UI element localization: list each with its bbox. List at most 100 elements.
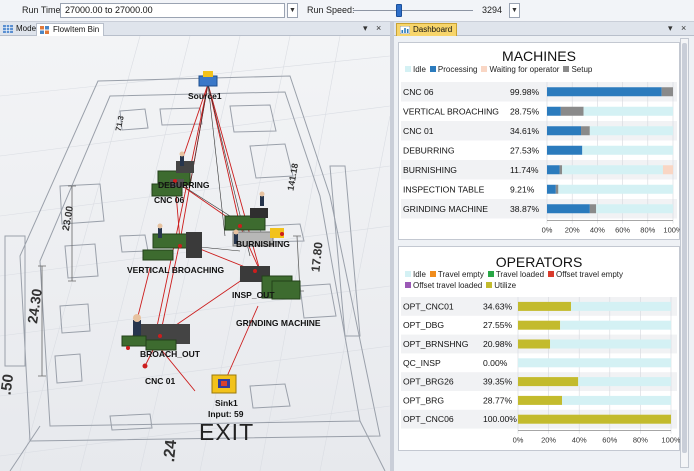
machine-percent: 99.98% <box>510 87 540 97</box>
machines-x-tick: 0% <box>542 226 553 235</box>
run-time-field[interactable]: 27000.00 to 27000.00 <box>60 3 285 18</box>
model-3d-view[interactable]: Source1 DEBURRING CNC 06 BURNISHING VERT… <box>0 36 390 471</box>
machine-percent: 9.21% <box>510 184 535 194</box>
dashboard-tabstrip: Dashboard ▾ × <box>394 22 694 36</box>
operators-legend-item: Offset travel loaded <box>405 280 482 291</box>
tab-flowitem-bin[interactable]: FlowItem Bin <box>36 23 105 36</box>
operators-x-tick: 80% <box>633 436 648 445</box>
machine-bar-segment <box>661 87 673 97</box>
label-vertical-broaching: VERTICAL BROACHING <box>127 265 225 275</box>
operators-legend-label: Travel empty <box>437 270 484 279</box>
machine-name: DEBURRING <box>403 145 455 155</box>
operator-percent: 100.00% <box>483 414 517 424</box>
operators-x-tick: 100% <box>661 436 681 445</box>
label-cnc01: CNC 01 <box>145 376 176 386</box>
operator-name: OPT_CNC06 <box>403 414 454 424</box>
machine-bar-segment <box>547 106 561 116</box>
dashboard-close-icon[interactable]: × <box>681 23 686 33</box>
run-speed-dropdown-icon[interactable]: ▼ <box>509 3 520 18</box>
operator-utilize-bar <box>518 320 561 330</box>
machine-grinding <box>271 280 301 300</box>
machines-legend-item: Processing <box>429 64 478 75</box>
machine-bar-segment <box>558 184 673 194</box>
machine-bar-segment <box>560 106 584 116</box>
dashboard-scrollbar[interactable] <box>680 38 689 468</box>
machine-percent: 27.53% <box>510 145 540 155</box>
operators-x-tick: 20% <box>541 436 556 445</box>
operators-legend-item: Idle <box>405 269 426 280</box>
machine-bar-segment <box>547 204 590 214</box>
operators-legend-swatch <box>548 271 555 277</box>
label-cnc06: CNC 06 <box>154 195 185 205</box>
machines-legend-item: Waiting for operator <box>481 64 559 75</box>
dashboard-scrollbar-thumb[interactable] <box>682 43 687 453</box>
machines-legend: Idle Processing Waiting for operator Setup <box>405 64 675 75</box>
operators-x-tick: 0% <box>513 436 524 445</box>
label-broach-out: BROACH_OUT <box>140 349 200 359</box>
operators-legend-label: Offset travel loaded <box>413 281 483 290</box>
machine-vertical-broaching <box>142 232 202 261</box>
label-burnishing: BURNISHING <box>236 239 290 249</box>
model-tabstrip: Model FlowItem Bin ▾ × <box>0 22 390 36</box>
operators-legend-item: Travel empty <box>429 269 484 280</box>
machine-percent: 28.75% <box>510 106 540 116</box>
operator-name: OPT_CNC01 <box>403 301 454 311</box>
operator-utilize-bar <box>518 395 563 405</box>
machines-legend-label: Waiting for operator <box>489 65 560 74</box>
operators-legend-item: Offset travel empty <box>548 269 623 280</box>
operator-name: OPT_BRG26 <box>403 377 454 387</box>
operator-percent: 20.98% <box>483 339 513 349</box>
source-object <box>198 71 218 87</box>
dashboard-menu-icon[interactable]: ▾ <box>668 23 673 34</box>
operator-idle-bar <box>562 395 671 405</box>
operator-utilize-bar <box>518 414 671 424</box>
machine-bar-segment <box>559 165 563 175</box>
machines-legend-label: Processing <box>437 65 478 74</box>
operator-percent: 27.55% <box>483 320 513 330</box>
machine-bar-segment <box>583 106 673 116</box>
operators-legend-swatch <box>405 271 411 277</box>
machines-x-tick: 20% <box>565 226 580 235</box>
model-menu-icon[interactable]: ▾ <box>363 23 368 34</box>
operators-chart: 0% 20% 40% 60% 80% 100% OPT_CNC01 34.63% OPT_DBG… <box>401 297 681 445</box>
flowitem-bin-icon <box>40 26 49 34</box>
operators-legend-label: Idle <box>413 270 426 279</box>
operator-idle-bar <box>518 358 671 368</box>
run-speed-label: Run Speed: <box>307 5 355 15</box>
machine-percent: 11.74% <box>510 165 539 175</box>
dimension-50: .50 <box>0 372 18 397</box>
run-speed-slider-handle[interactable] <box>395 4 402 17</box>
machines-x-tick: 60% <box>615 226 630 235</box>
run-time-label: Run Time: <box>22 5 64 15</box>
operators-legend-label: Offset travel empty <box>556 270 624 279</box>
machines-legend-item: Setup <box>563 64 592 75</box>
label-source1: Source1 <box>188 91 222 101</box>
operators-legend-label: Utilize <box>494 281 517 290</box>
machines-legend-swatch <box>405 66 411 72</box>
operator-percent: 0.00% <box>483 358 508 368</box>
machine-bar-segment <box>589 204 597 214</box>
operators-x-tick: 40% <box>572 436 587 445</box>
machines-legend-label: Idle <box>413 65 426 74</box>
model-close-icon[interactable]: × <box>376 23 381 33</box>
sink-object <box>211 374 237 394</box>
operator-idle-bar <box>570 301 671 311</box>
operators-legend-swatch <box>486 282 493 288</box>
machine-name: INSPECTION TABLE <box>403 184 485 194</box>
run-control-bar: Run Time: 27000.00 to 27000.00 ▼ Run Spe… <box>0 0 694 22</box>
dashboard-chart-icon <box>400 26 410 34</box>
operator-name: OPT_BRNSHNG <box>403 339 469 349</box>
label-insp-out: INSP_OUT <box>232 290 275 300</box>
machines-x-tick: 100% <box>663 226 681 235</box>
dimension-24: .24 <box>161 438 181 463</box>
run-speed-track[interactable] <box>353 10 473 11</box>
run-time-dropdown-icon[interactable]: ▼ <box>287 3 298 18</box>
machine-bar-segment <box>589 126 673 136</box>
tab-dashboard[interactable]: Dashboard <box>396 23 458 36</box>
operator-utilize-bar <box>518 377 579 387</box>
machine-bar-segment <box>547 87 662 97</box>
machine-bar-segment <box>547 165 560 175</box>
machine-name: VERTICAL BROACHING <box>403 106 499 116</box>
machines-legend-swatch <box>563 66 570 72</box>
machine-bar-segment <box>582 145 673 155</box>
